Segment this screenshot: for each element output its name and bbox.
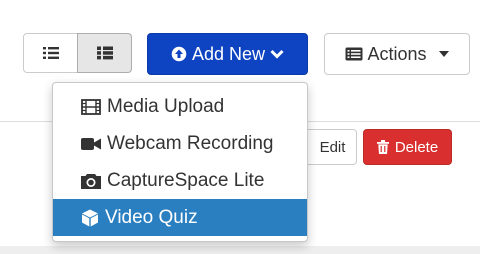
trash-icon [376,140,389,154]
menu-item-label: CaptureSpace Lite [107,169,265,191]
list-icon [42,46,59,60]
caret-down-icon [438,51,449,57]
detailed-view-button[interactable] [77,33,132,73]
edit-button[interactable]: Edit [300,129,357,165]
add-new-button[interactable]: Add New [147,33,308,75]
page-panel: Add New Actions Edit Delete Media Upload… [0,0,480,246]
list-alt-icon [345,47,363,61]
delete-button[interactable]: Delete [363,129,452,165]
camera-icon [81,173,101,189]
circle-arrow-up-icon [171,46,187,62]
menu-item-media-upload[interactable]: Media Upload [53,88,307,125]
list-view-button[interactable] [23,33,78,73]
delete-label: Delete [394,138,439,156]
edit-label: Edit [319,138,346,156]
menu-item-label: Video Quiz [105,206,198,228]
film-icon [81,98,101,115]
add-new-label: Add New [191,43,266,64]
menu-item-label: Media Upload [107,95,225,117]
actions-label: Actions [367,43,427,64]
actions-button[interactable]: Actions [324,33,470,75]
menu-item-webcam-recording[interactable]: Webcam Recording [53,125,307,162]
video-camera-icon [81,137,101,151]
add-new-dropdown-menu: Media Upload Webcam Recording CaptureSpa… [52,82,308,242]
view-toggle-group [23,33,133,73]
menu-item-capturespace-lite[interactable]: CaptureSpace Lite [53,162,307,199]
menu-item-label: Webcam Recording [107,132,274,154]
menu-item-video-quiz[interactable]: Video Quiz [53,199,307,236]
detailed-list-icon [96,46,113,60]
cube-icon [81,209,99,227]
chevron-down-icon [270,49,284,59]
